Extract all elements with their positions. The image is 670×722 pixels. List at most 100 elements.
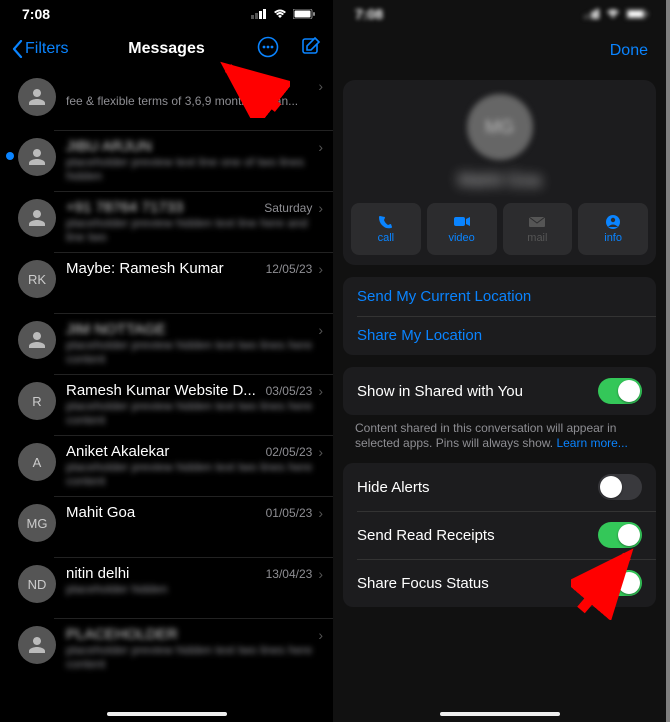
conversation-row[interactable]: A Aniket Akalekar 02/05/23 ›placeholder pre…	[0, 435, 333, 496]
share-my-location[interactable]: Share My Location	[343, 316, 656, 355]
conversation-preview: fee & flexible terms of 3,6,9 months. Sc…	[66, 94, 323, 122]
focus-status-label: Share Focus Status	[357, 575, 489, 592]
conversation-row[interactable]: JIBU ARJUN ›placeholder preview text line…	[0, 130, 333, 191]
focus-status-row: Share Focus Status	[343, 559, 656, 607]
hide-alerts-toggle[interactable]	[598, 474, 642, 500]
avatar	[18, 626, 56, 664]
phone-icon	[377, 214, 395, 230]
conversation-list[interactable]: ›fee & flexible terms of 3,6,9 months. S…	[0, 70, 333, 679]
status-icons	[251, 9, 315, 19]
signal-icon	[251, 9, 267, 19]
avatar	[18, 321, 56, 359]
shared-label: Show in Shared with You	[357, 383, 523, 400]
video-icon	[453, 214, 471, 230]
done-button[interactable]: Done	[610, 42, 648, 59]
chevron-right-icon: ›	[318, 444, 323, 460]
conversation-name: +91 78764 71733	[66, 199, 258, 216]
conversation-preview	[66, 521, 323, 549]
hide-alerts-row: Hide Alerts	[343, 463, 656, 511]
chevron-right-icon: ›	[318, 78, 323, 94]
read-receipts-row: Send Read Receipts	[343, 511, 656, 559]
status-icons	[584, 9, 648, 19]
conversation-date: 03/05/23	[266, 384, 313, 398]
conversation-date: 01/05/23	[266, 506, 313, 520]
shared-with-you-row: Show in Shared with You	[343, 367, 656, 415]
conversation-date: 12/05/23	[266, 262, 313, 276]
conversation-row[interactable]: JIM NOTTAGE ›placeholder preview hidden t…	[0, 313, 333, 374]
chevron-right-icon: ›	[318, 566, 323, 582]
learn-more-link[interactable]: Learn more...	[556, 436, 627, 450]
read-receipts-label: Send Read Receipts	[357, 527, 495, 544]
mail-action: mail	[503, 203, 573, 255]
conversation-preview: placeholder preview hidden text two line…	[66, 338, 323, 366]
chevron-right-icon: ›	[318, 200, 323, 216]
shared-footnote: Content shared in this conversation will…	[333, 415, 666, 451]
avatar: MG	[18, 504, 56, 542]
hide-alerts-label: Hide Alerts	[357, 479, 430, 496]
conversation-row[interactable]: PLACEHOLDER›placeholder preview hidden t…	[0, 618, 333, 679]
avatar: RK	[18, 260, 56, 298]
contact-profile-card: MG Mahit Goa call video mail info	[343, 80, 656, 265]
avatar: ND	[18, 565, 56, 603]
status-time: 7:08	[355, 6, 383, 22]
home-indicator[interactable]	[107, 712, 227, 716]
conversation-preview: placeholder hidden	[66, 582, 323, 610]
status-time: 7:08	[22, 6, 50, 22]
page-title: Messages	[0, 40, 333, 58]
conversation-row[interactable]: R Ramesh Kumar Website D... 03/05/23 ›place…	[0, 374, 333, 435]
avatar	[18, 199, 56, 237]
conversation-preview: placeholder preview text line one of two…	[66, 155, 323, 183]
chevron-right-icon: ›	[318, 505, 323, 521]
conversation-name: Aniket Akalekar	[66, 443, 260, 460]
right-phone: 7:08 Done MG Mahit Goa call video mail	[333, 0, 666, 722]
conversation-preview: placeholder preview hidden text two line…	[66, 460, 323, 488]
conversation-row[interactable]: +91 78764 71733 Saturday ›placeholder prev…	[0, 191, 333, 252]
focus-status-toggle[interactable]	[598, 570, 642, 596]
contact-name: Mahit Goa	[351, 170, 648, 191]
navbar: Filters Messages	[0, 28, 333, 70]
conversation-name: Maybe: Ramesh Kumar	[66, 260, 260, 277]
avatar: A	[18, 443, 56, 481]
conversation-name: Ramesh Kumar Website D...	[66, 382, 260, 399]
chevron-right-icon: ›	[318, 383, 323, 399]
conversation-name: JIM NOTTAGE	[66, 321, 306, 338]
conversation-preview: placeholder preview hidden text two line…	[66, 399, 323, 427]
video-action[interactable]: video	[427, 203, 497, 255]
call-action[interactable]: call	[351, 203, 421, 255]
conversation-date: 02/05/23	[266, 445, 313, 459]
conversation-name: JIBU ARJUN	[66, 138, 306, 155]
left-phone: 7:08 Filters Messages ›fee & flexible te…	[0, 0, 333, 722]
home-indicator[interactable]	[440, 712, 560, 716]
send-current-location[interactable]: Send My Current Location	[343, 277, 656, 316]
mail-icon	[528, 214, 546, 230]
person-circle-icon	[604, 214, 622, 230]
conversation-row[interactable]: ›fee & flexible terms of 3,6,9 months. S…	[0, 70, 333, 130]
status-bar: 7:08	[333, 0, 666, 28]
status-bar: 7:08	[0, 0, 333, 28]
conversation-row[interactable]: RK Maybe: Ramesh Kumar 12/05/23 ›	[0, 252, 333, 313]
read-receipts-toggle[interactable]	[598, 522, 642, 548]
info-action[interactable]: info	[578, 203, 648, 255]
shared-toggle[interactable]	[598, 378, 642, 404]
conversation-row[interactable]: MG Mahit Goa 01/05/23 ›	[0, 496, 333, 557]
avatar: R	[18, 382, 56, 420]
chevron-right-icon: ›	[318, 139, 323, 155]
chevron-right-icon: ›	[318, 627, 323, 643]
conversation-name: Mahit Goa	[66, 504, 260, 521]
settings-section: Hide Alerts Send Read Receipts Share Foc…	[343, 463, 656, 607]
unread-dot	[6, 152, 14, 160]
avatar	[18, 78, 56, 116]
conversation-date: 13/04/23	[266, 567, 313, 581]
conversation-date: Saturday	[264, 201, 312, 215]
chevron-right-icon: ›	[318, 322, 323, 338]
contact-avatar[interactable]: MG	[467, 94, 533, 160]
conversation-preview: placeholder preview hidden text line her…	[66, 216, 323, 244]
shared-section: Show in Shared with You	[343, 367, 656, 415]
chevron-right-icon: ›	[318, 261, 323, 277]
conversation-row[interactable]: ND nitin delhi 13/04/23 ›placeholder hidden	[0, 557, 333, 618]
conversation-preview: placeholder preview hidden text two line…	[66, 643, 323, 671]
conversation-name: nitin delhi	[66, 565, 260, 582]
battery-icon	[293, 9, 315, 19]
wifi-icon	[273, 9, 287, 19]
location-section: Send My Current Location Share My Locati…	[343, 277, 656, 355]
